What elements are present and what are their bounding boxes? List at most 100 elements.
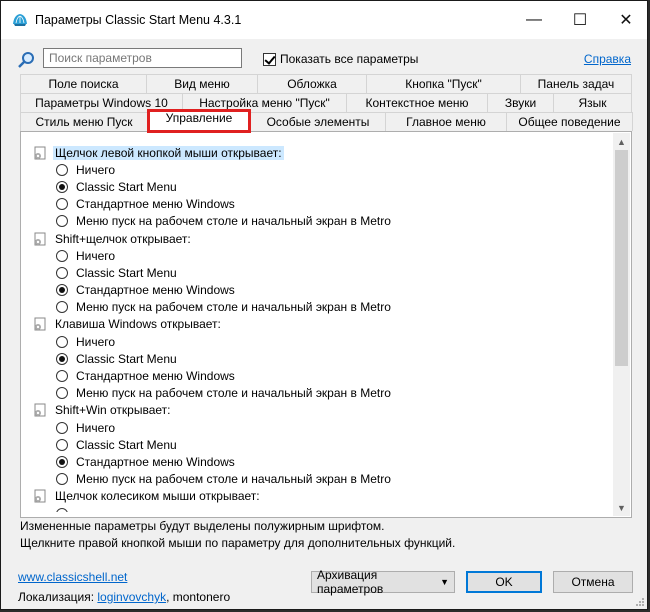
shell-app-icon — [13, 14, 27, 26]
scroll-down-arrow-icon[interactable]: ▼ — [613, 499, 630, 516]
scroll-up-arrow-icon[interactable]: ▲ — [613, 133, 630, 150]
radio-label: Classic Start Menu — [76, 437, 177, 452]
radio-label: Стандартное меню Windows — [76, 369, 235, 384]
radio-icon[interactable] — [56, 507, 68, 512]
tab-controls[interactable]: Управление — [147, 109, 251, 133]
cancel-button[interactable]: Отмена — [553, 571, 633, 593]
search-input[interactable] — [43, 48, 242, 68]
tab-row-3: Стиль меню Пуск Управление Особые элемен… — [20, 109, 633, 133]
radio-icon[interactable] — [56, 370, 68, 383]
scroll-thumb[interactable] — [615, 150, 628, 366]
localization-author-link[interactable]: loginvovchyk — [97, 590, 166, 604]
radio-selected-icon[interactable] — [56, 284, 68, 297]
tab-taskbar[interactable]: Панель задач — [520, 74, 632, 93]
radio-option[interactable]: Classic Start Menu — [33, 178, 603, 195]
radio-option[interactable]: Стандартное меню Windows — [33, 453, 603, 470]
tab-search-field[interactable]: Поле поиска — [20, 74, 147, 93]
radio-icon[interactable] — [56, 438, 68, 451]
tab-special-items[interactable]: Особые элементы — [250, 112, 386, 131]
radio-option[interactable]: Classic Start Menu — [33, 350, 603, 367]
radio-option[interactable]: Classic Start Menu — [33, 264, 603, 281]
radio-option[interactable] — [33, 505, 603, 512]
ok-button[interactable]: OK — [466, 571, 542, 593]
tab-start-menu-style[interactable]: Стиль меню Пуск — [20, 112, 148, 131]
radio-label: Меню пуск на рабочем столе и начальный э… — [76, 300, 391, 315]
radio-option[interactable]: Меню пуск на рабочем столе и начальный э… — [33, 299, 603, 316]
radio-icon[interactable] — [56, 301, 68, 314]
option-group[interactable]: Щелчок левой кнопкой мыши открывает: — [33, 144, 603, 161]
resize-grip-icon[interactable] — [635, 597, 645, 607]
radio-icon[interactable] — [56, 198, 68, 211]
radio-selected-icon[interactable] — [56, 455, 68, 468]
settings-page-icon — [34, 403, 46, 417]
maximize-button[interactable]: ☐ — [557, 1, 603, 39]
tab-menu-view[interactable]: Вид меню — [146, 74, 258, 93]
show-all-label: Показать все параметры — [280, 52, 419, 66]
settings-window: Параметры Classic Start Menu 4.3.1 — ☐ ✕… — [0, 0, 648, 610]
radio-option[interactable]: Меню пуск на рабочем столе и начальный э… — [33, 213, 603, 230]
radio-label: Ничего — [76, 420, 116, 435]
radio-label: Стандартное меню Windows — [76, 197, 235, 212]
radio-label: Стандартное меню Windows — [76, 283, 235, 298]
website-link[interactable]: www.classicshell.net — [18, 570, 127, 584]
radio-option[interactable]: Ничего — [33, 161, 603, 178]
settings-page-icon — [34, 317, 46, 331]
minimize-icon: — — [526, 11, 542, 28]
close-button[interactable]: ✕ — [603, 1, 647, 39]
radio-option[interactable]: Classic Start Menu — [33, 436, 603, 453]
title-bar[interactable]: Параметры Classic Start Menu 4.3.1 — ☐ ✕ — [1, 1, 647, 39]
radio-option[interactable]: Стандартное меню Windows — [33, 196, 603, 213]
radio-icon[interactable] — [56, 249, 68, 262]
option-group[interactable]: Shift+щелчок открывает: — [33, 230, 603, 247]
tab-sounds[interactable]: Звуки — [487, 93, 554, 112]
radio-icon[interactable] — [56, 387, 68, 400]
option-group[interactable]: Shift+Win открывает: — [33, 402, 603, 419]
group-label: Shift+щелчок открывает: — [55, 231, 191, 246]
radio-icon[interactable] — [56, 421, 68, 434]
radio-icon[interactable] — [56, 335, 68, 348]
tab-skin[interactable]: Обложка — [257, 74, 367, 93]
radio-label: Classic Start Menu — [76, 179, 177, 194]
option-group[interactable]: Клавиша Windows открывает: — [33, 316, 603, 333]
radio-selected-icon[interactable] — [56, 180, 68, 193]
minimize-button[interactable]: — — [511, 1, 557, 39]
toolbar: Показать все параметры Справка — [1, 39, 647, 77]
radio-option[interactable]: Меню пуск на рабочем столе и начальный э… — [33, 471, 603, 488]
radio-option[interactable]: Меню пуск на рабочем столе и начальный э… — [33, 385, 603, 402]
radio-option[interactable]: Ничего — [33, 419, 603, 436]
option-group[interactable]: Щелчок колесиком мыши открывает: — [33, 488, 603, 505]
radio-label: Стандартное меню Windows — [76, 454, 235, 469]
settings-page-icon — [34, 232, 46, 246]
radio-label: Classic Start Menu — [76, 351, 177, 366]
tab-context-menu[interactable]: Контекстное меню — [346, 93, 488, 112]
tab-start-button[interactable]: Кнопка "Пуск" — [366, 74, 521, 93]
window-title: Параметры Classic Start Menu 4.3.1 — [35, 13, 242, 27]
tab-language[interactable]: Язык — [553, 93, 632, 112]
vertical-scrollbar[interactable]: ▲ ▼ — [613, 133, 630, 516]
archive-button-label: Архивация параметров — [317, 568, 384, 596]
tab-general-behavior[interactable]: Общее поведение — [506, 112, 633, 131]
radio-option[interactable]: Ничего — [33, 333, 603, 350]
show-all-checkbox[interactable]: Показать все параметры — [263, 52, 418, 66]
group-label: Shift+Win открывает: — [55, 403, 171, 418]
tab-main-menu[interactable]: Главное меню — [385, 112, 507, 131]
radio-option[interactable]: Ничего — [33, 247, 603, 264]
dropdown-arrow-icon: ▼ — [440, 577, 449, 587]
info-line-1: Измененные параметры будут выделены полу… — [20, 519, 385, 533]
radio-option[interactable]: Стандартное меню Windows — [33, 367, 603, 384]
radio-label: Ничего — [76, 248, 116, 263]
radio-icon[interactable] — [56, 473, 68, 486]
radio-icon[interactable] — [56, 163, 68, 176]
settings-page-icon — [34, 146, 46, 160]
info-text: Измененные параметры будут выделены полу… — [20, 518, 455, 552]
radio-selected-icon[interactable] — [56, 352, 68, 365]
radio-label: Ничего — [76, 162, 116, 177]
radio-icon[interactable] — [56, 215, 68, 228]
radio-icon[interactable] — [56, 266, 68, 279]
archive-settings-button[interactable]: Архивация параметров ▼ — [311, 568, 455, 596]
radio-option[interactable]: Стандартное меню Windows — [33, 282, 603, 299]
checkbox-checked-icon[interactable] — [263, 52, 276, 66]
help-link[interactable]: Справка — [584, 52, 631, 66]
settings-page-icon — [34, 489, 46, 503]
radio-label: Ничего — [76, 334, 116, 349]
